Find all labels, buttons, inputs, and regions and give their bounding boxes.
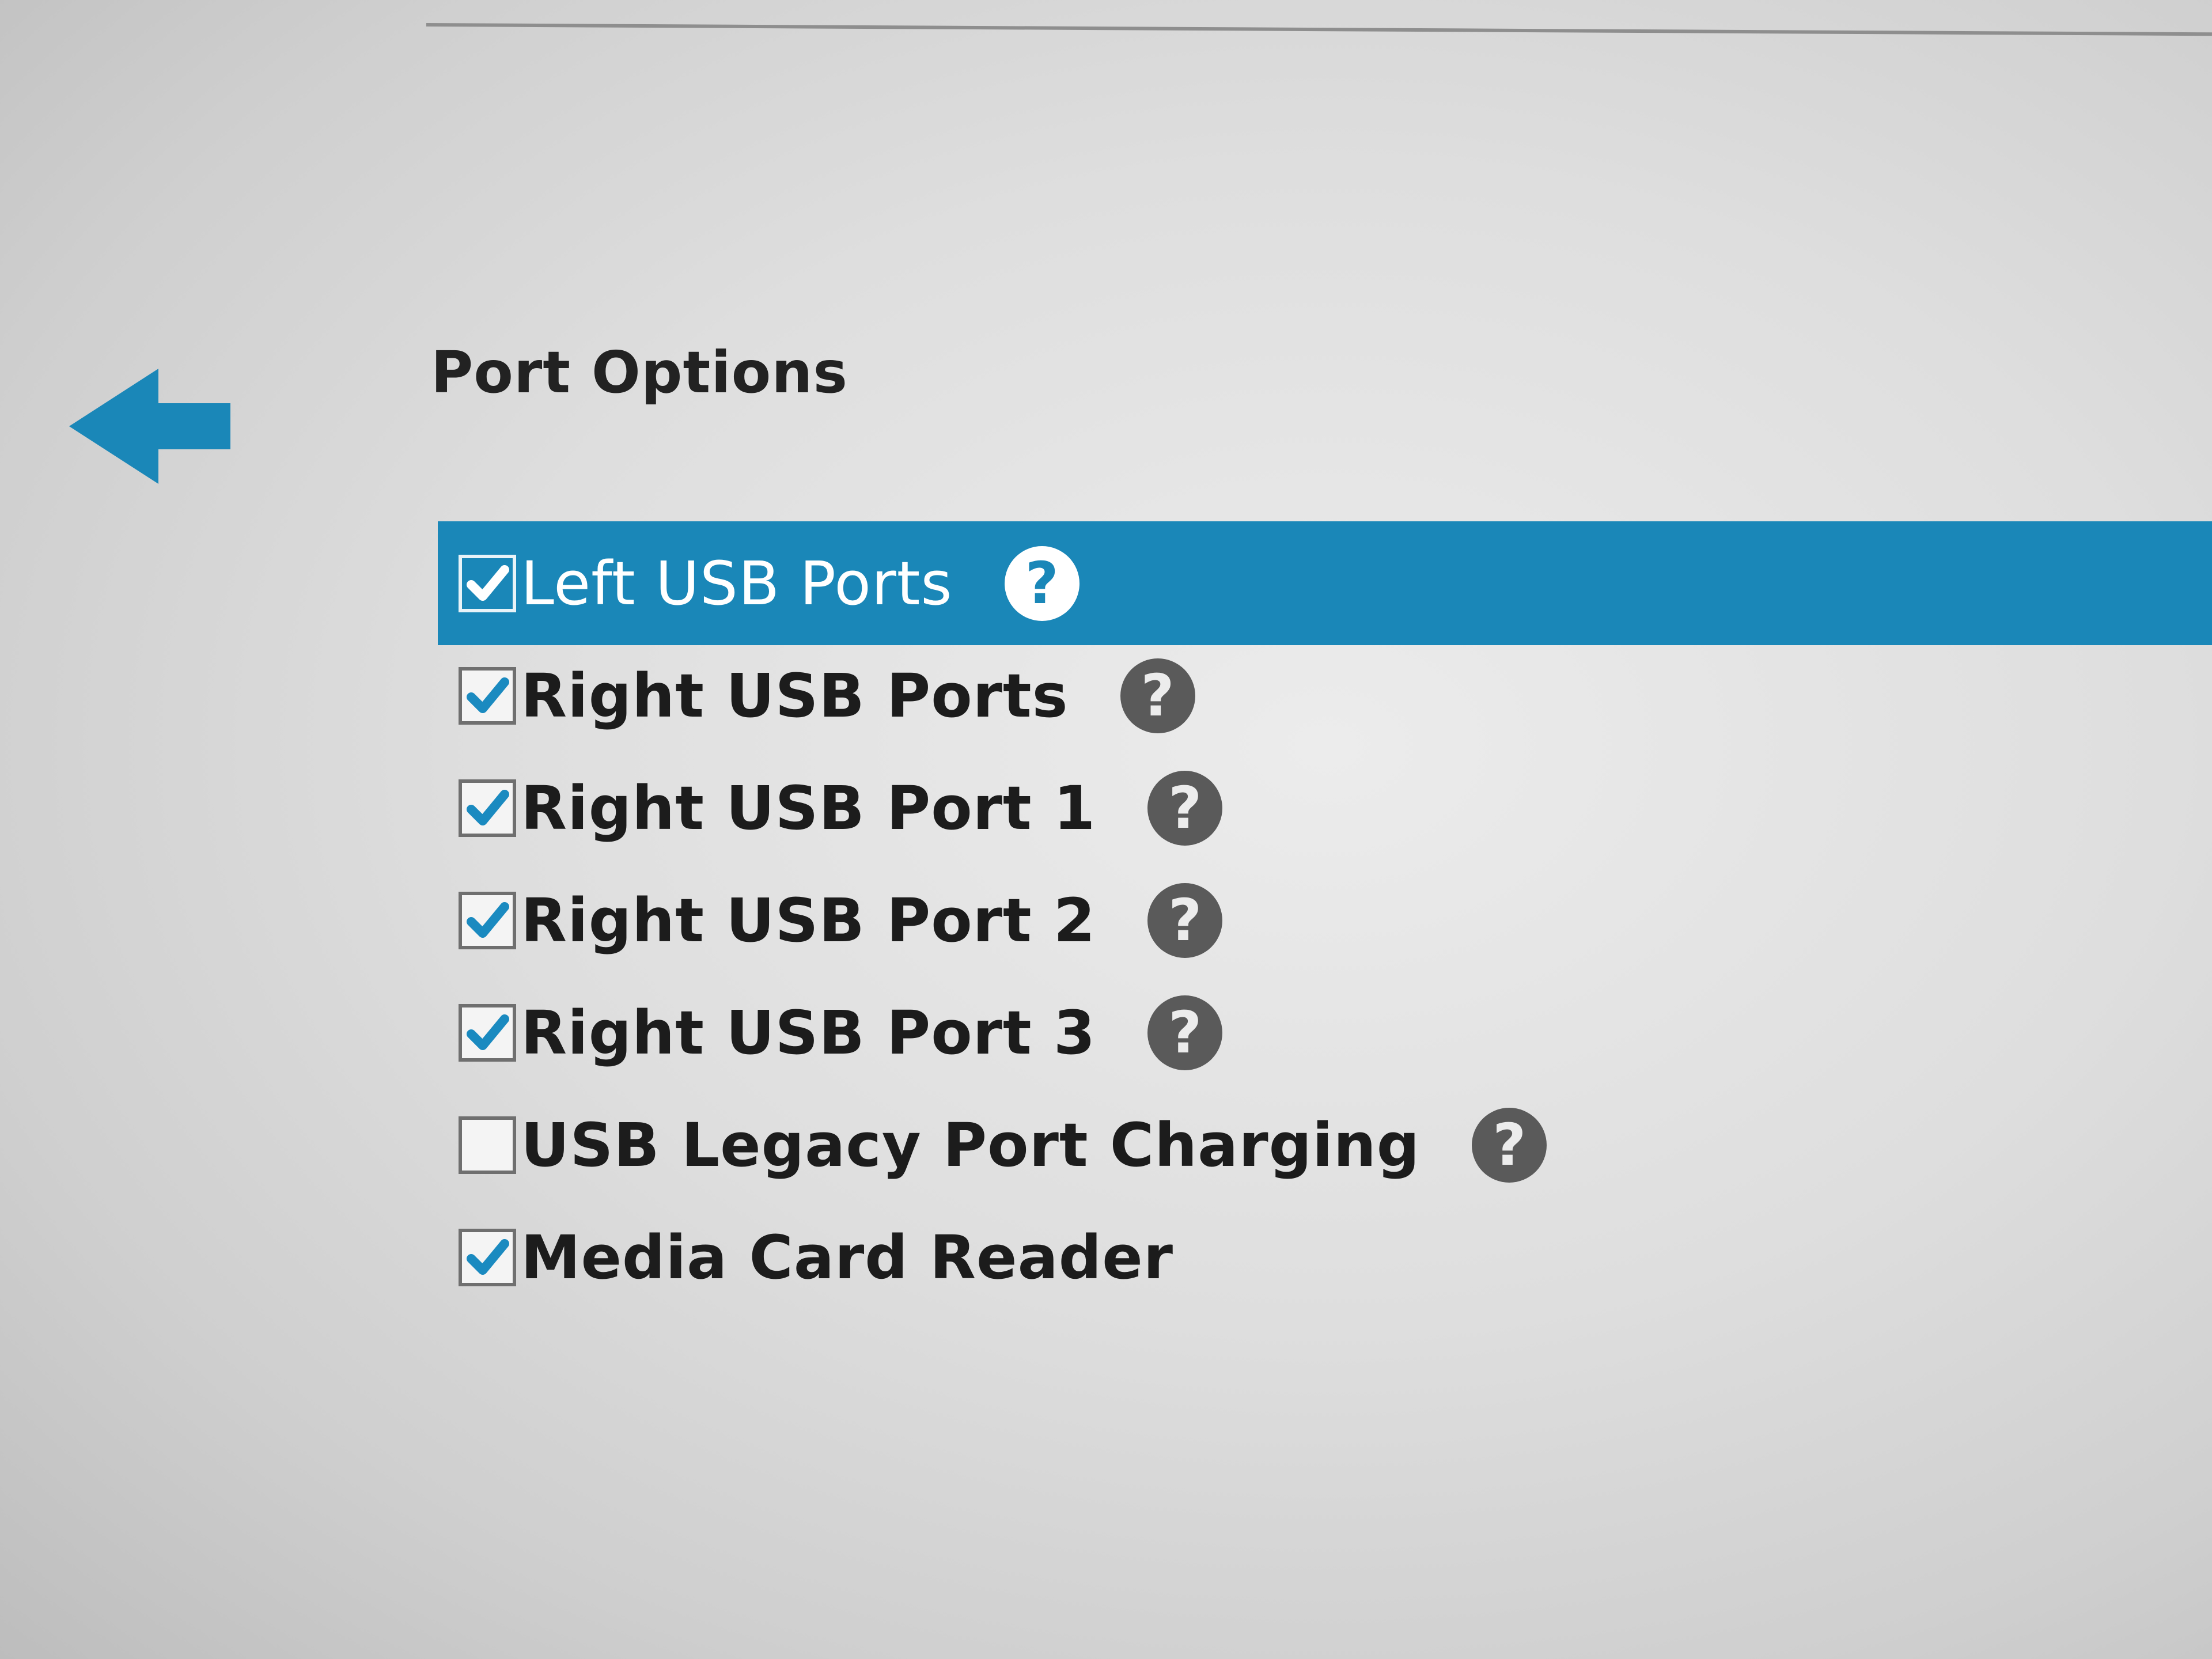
- option-label: Right USB Port 1: [521, 772, 1096, 843]
- option-row[interactable]: Media Card Reader: [438, 1201, 2212, 1313]
- option-row[interactable]: Left USB Ports?: [438, 521, 2212, 645]
- option-checkbox[interactable]: [459, 1003, 516, 1062]
- checkmark-icon: [467, 1014, 509, 1050]
- option-row[interactable]: Right USB Port 3?: [438, 976, 2212, 1089]
- checkmark-icon: [467, 677, 509, 713]
- option-label: Left USB Ports: [521, 548, 953, 619]
- option-label: Right USB Port 2: [521, 885, 1096, 956]
- checkmark-icon: [467, 565, 509, 601]
- arrow-left-icon: [69, 369, 230, 484]
- option-row[interactable]: USB Legacy Port Charging?: [438, 1089, 2212, 1201]
- page-title: Port Options: [431, 339, 849, 406]
- option-row[interactable]: Right USB Port 1?: [438, 752, 2212, 864]
- help-icon[interactable]: ?: [1120, 658, 1195, 733]
- back-button[interactable]: [63, 369, 236, 484]
- checkmark-icon: [467, 902, 509, 938]
- checkmark-icon: [467, 789, 509, 825]
- option-checkbox[interactable]: [459, 1228, 516, 1286]
- option-row[interactable]: Right USB Ports?: [438, 639, 2212, 752]
- help-icon[interactable]: ?: [1004, 546, 1080, 621]
- help-icon[interactable]: ?: [1472, 1107, 1547, 1183]
- option-checkbox[interactable]: [459, 779, 516, 837]
- top-divider: [426, 23, 2212, 36]
- option-checkbox[interactable]: [459, 891, 516, 949]
- option-row[interactable]: Right USB Port 2?: [438, 864, 2212, 976]
- port-options-list: Left USB Ports? Right USB Ports? Right USB…: [438, 521, 2212, 1313]
- help-icon[interactable]: ?: [1147, 882, 1223, 958]
- option-checkbox[interactable]: [459, 1116, 516, 1174]
- help-icon[interactable]: ?: [1147, 770, 1223, 846]
- option-label: USB Legacy Port Charging: [521, 1109, 1421, 1180]
- option-label: Right USB Port 3: [521, 997, 1096, 1068]
- checkmark-icon: [467, 1238, 509, 1275]
- option-label: Media Card Reader: [521, 1222, 1174, 1293]
- option-label: Right USB Ports: [521, 660, 1069, 731]
- option-checkbox[interactable]: [459, 666, 516, 725]
- option-checkbox[interactable]: [459, 554, 516, 612]
- help-icon[interactable]: ?: [1147, 995, 1223, 1070]
